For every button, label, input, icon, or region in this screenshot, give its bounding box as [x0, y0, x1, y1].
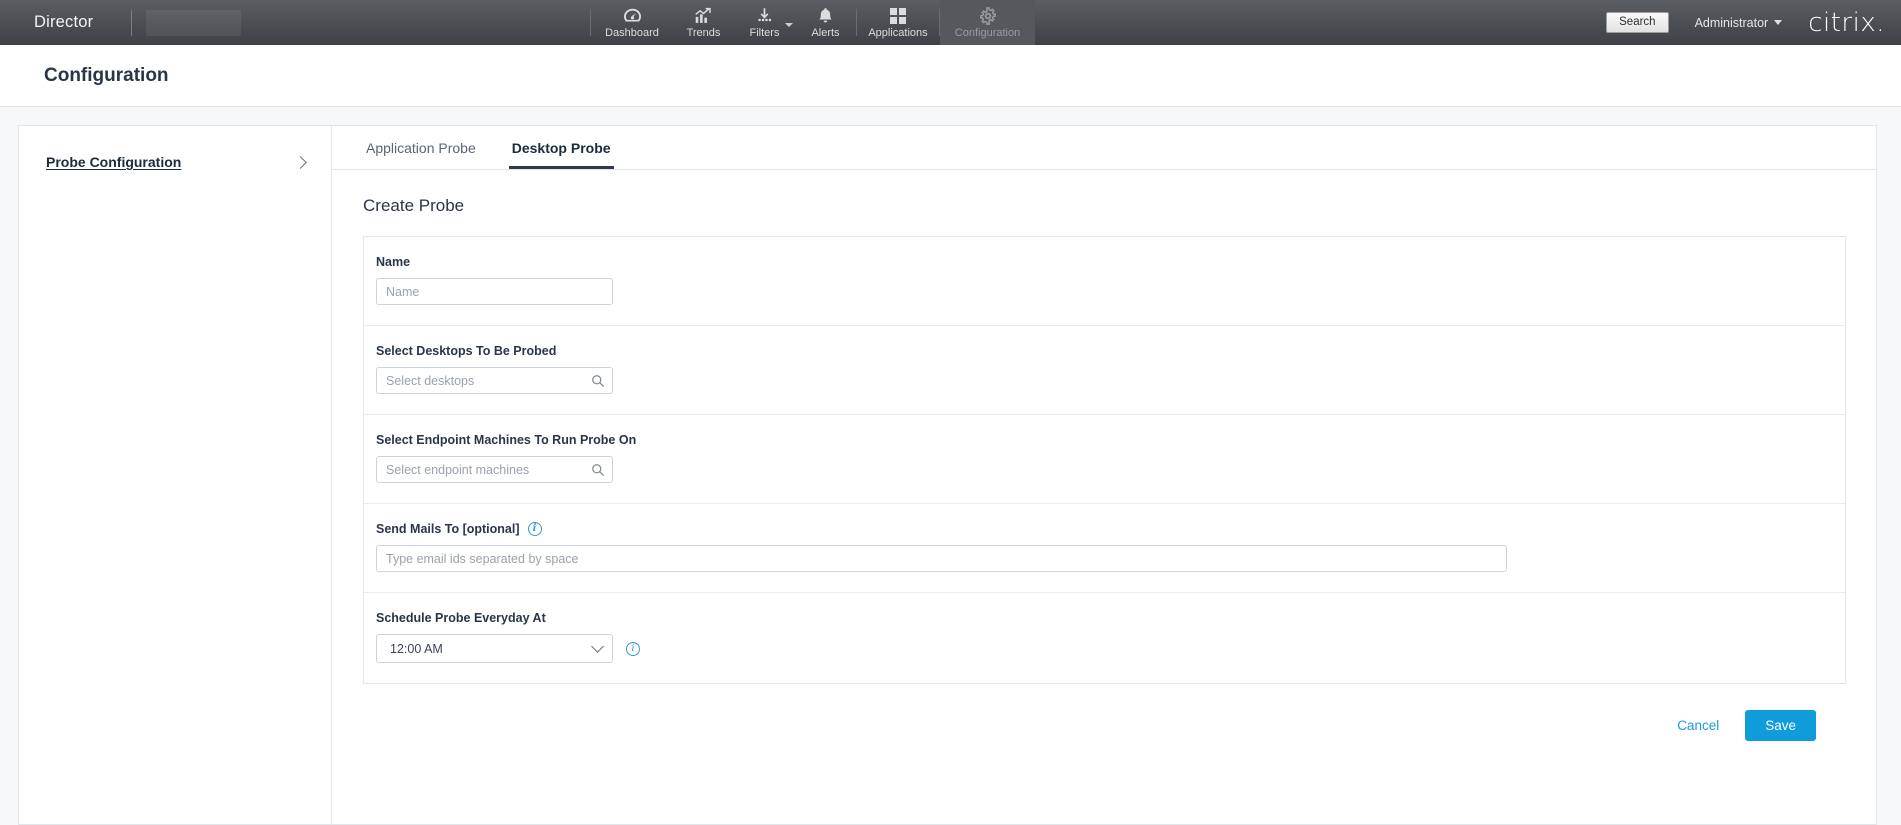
create-probe-form: Name Select Desktops To Be Probed	[363, 236, 1846, 684]
nav-label-dashboard: Dashboard	[605, 27, 659, 39]
citrix-logo-dot: .	[1876, 7, 1885, 38]
nav-label-alerts: Alerts	[811, 27, 840, 39]
nav-item-filters[interactable]: Filters	[734, 0, 795, 45]
administrator-label: Administrator	[1694, 15, 1769, 30]
select-endpoint-machines-input-wrap	[376, 456, 613, 483]
label-name-text: Name	[376, 255, 411, 269]
schedule-controls: 12:00 AM i	[376, 634, 1845, 663]
chevron-down-icon	[591, 640, 604, 653]
tab-desktop-probe[interactable]: Desktop Probe	[508, 140, 614, 169]
applications-grid-icon	[889, 6, 907, 25]
nav-item-trends[interactable]: Trends	[673, 0, 734, 45]
form-row-select-endpoint-machines: Select Endpoint Machines To Run Probe On	[364, 415, 1845, 504]
main-panel: Application Probe Desktop Probe Create P…	[331, 125, 1877, 825]
nav-item-configuration[interactable]: Configuration	[940, 0, 1035, 45]
chevron-right-icon	[294, 155, 307, 169]
form-row-send-mails-to: Send Mails To [optional] i	[364, 504, 1845, 593]
configuration-gear-icon	[979, 6, 997, 25]
nav-label-trends: Trends	[686, 27, 721, 39]
sidebar-item-label: Probe Configuration	[46, 154, 182, 170]
form-row-schedule-probe: Schedule Probe Everyday At 12:00 AM i	[364, 593, 1845, 683]
info-icon[interactable]: i	[527, 522, 542, 536]
chevron-down-icon[interactable]	[785, 23, 793, 27]
trends-chart-icon	[694, 6, 713, 25]
tab-label-desktop-probe: Desktop Probe	[511, 140, 611, 156]
label-send-mails-to-text: Send Mails To [optional]	[376, 522, 520, 536]
schedule-time-value: 12:00 AM	[390, 641, 443, 656]
label-send-mails-to: Send Mails To [optional] i	[376, 522, 1845, 536]
select-endpoint-machines-input[interactable]	[376, 456, 613, 483]
filters-funnel-icon	[755, 6, 774, 25]
app-brand-name: Director	[34, 13, 94, 31]
citrix-logo-text: citrix	[1808, 7, 1877, 38]
primary-nav-items: Dashboard Trends Filters Alerts Applicat…	[591, 0, 1035, 45]
label-schedule-probe: Schedule Probe Everyday At	[376, 611, 1845, 625]
form-actions: Cancel Save	[363, 684, 1846, 741]
topbar-right-controls: Search Administrator citrix.	[1606, 0, 1901, 45]
label-select-endpoint-machines: Select Endpoint Machines To Run Probe On	[376, 433, 1845, 447]
nav-item-applications[interactable]: Applications	[857, 0, 939, 45]
cancel-button[interactable]: Cancel	[1677, 718, 1719, 733]
label-select-endpoint-machines-text: Select Endpoint Machines To Run Probe On	[376, 433, 637, 447]
nav-item-alerts[interactable]: Alerts	[795, 0, 856, 45]
dashboard-gauge-icon	[622, 6, 643, 25]
nav-item-dashboard[interactable]: Dashboard	[591, 0, 673, 45]
form-row-name: Name	[364, 237, 1845, 326]
label-select-desktops: Select Desktops To Be Probed	[376, 344, 1845, 358]
send-mails-to-input-wrap	[376, 545, 1507, 572]
panel-content: Create Probe Name Select Desktops To Be …	[332, 170, 1876, 741]
name-input-wrap	[376, 278, 613, 305]
schedule-time-select[interactable]: 12:00 AM	[376, 634, 613, 663]
sidebar: Probe Configuration	[18, 125, 331, 825]
select-desktops-input-wrap	[376, 367, 613, 394]
sidebar-item-probe-configuration[interactable]: Probe Configuration	[19, 126, 331, 170]
chevron-down-icon	[1774, 20, 1783, 25]
select-desktops-input[interactable]	[376, 367, 613, 394]
page-body: Probe Configuration Application Probe De…	[0, 107, 1901, 825]
tab-bar: Application Probe Desktop Probe	[332, 126, 1876, 170]
brand-placeholder-block	[146, 9, 242, 36]
section-title-create-probe: Create Probe	[363, 196, 465, 215]
nav-label-configuration: Configuration	[954, 27, 1021, 39]
search-button[interactable]: Search	[1606, 12, 1669, 33]
label-select-desktops-text: Select Desktops To Be Probed	[376, 344, 557, 358]
save-button[interactable]: Save	[1745, 710, 1816, 741]
alerts-bell-icon	[817, 6, 834, 25]
nav-label-filters: Filters	[749, 27, 780, 39]
label-schedule-probe-text: Schedule Probe Everyday At	[376, 611, 546, 625]
administrator-menu[interactable]: Administrator	[1695, 16, 1783, 30]
page-header: Configuration	[0, 45, 1901, 107]
tab-label-application-probe: Application Probe	[366, 140, 476, 156]
label-name: Name	[376, 255, 1845, 269]
brand-separator	[131, 9, 133, 36]
top-navigation-bar: Director Dashboard Trends Filters Alerts…	[0, 0, 1901, 45]
brand-zone: Director	[0, 0, 590, 45]
citrix-logo: citrix.	[1808, 10, 1885, 36]
info-icon[interactable]: i	[626, 641, 640, 656]
send-mails-to-input[interactable]	[376, 545, 1507, 572]
nav-label-applications: Applications	[868, 27, 928, 39]
tab-application-probe[interactable]: Application Probe	[363, 140, 479, 169]
name-input[interactable]	[376, 278, 613, 305]
page-title: Configuration	[44, 64, 169, 86]
form-row-select-desktops: Select Desktops To Be Probed	[364, 326, 1845, 415]
